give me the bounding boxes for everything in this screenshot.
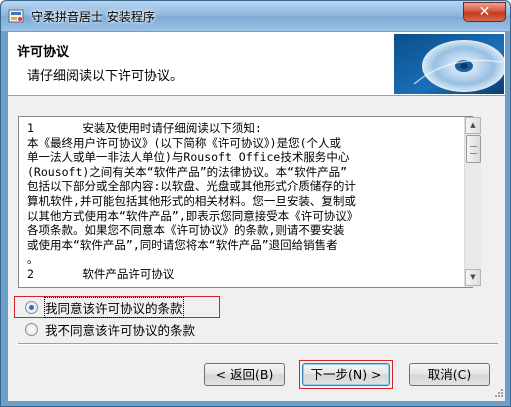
decline-radio-label[interactable]: 我不同意该许可协议的条款 <box>45 320 195 339</box>
scroll-down-arrow-icon[interactable]: ▼ <box>465 269 481 286</box>
decline-radio-circle[interactable] <box>25 322 38 336</box>
button-separator <box>18 343 498 345</box>
page-title: 许可协议 <box>17 45 70 60</box>
decline-radio[interactable]: 我不同意该许可协议的条款 <box>25 320 195 338</box>
license-line: 算机软件,并可能包括其他形式的相关材料。您一旦安装、复制或 <box>27 193 356 208</box>
license-line: (Rousoft)之间有关本“软件产品”的法律协议。本“软件产品” <box>27 164 348 179</box>
close-button[interactable]: ✕ <box>463 2 506 22</box>
license-line: 或使用本“软件产品”,同时请您将本“软件产品”退回给销售者 <box>27 237 338 252</box>
license-line: 包括以下部分或全部内容:以软盘、光盘或其他形式介质储存的计 <box>27 179 356 194</box>
installer-window: 守柔拼音居士 安装程序 ✕ 许可协议 请仔细阅读以下许可协议。 1 安装及使用时… <box>0 0 511 407</box>
license-line: 各项条款。如果您不同意本《许可协议》的条款,则请不要安装 <box>27 223 345 238</box>
accept-radio[interactable]: 我同意该许可协议的条款 <box>25 296 184 318</box>
back-button[interactable]: < 返回(B) <box>204 363 285 386</box>
accept-radio-label[interactable]: 我同意该许可协议的条款 <box>44 296 184 318</box>
window-title: 守柔拼音居士 安装程序 <box>31 10 155 24</box>
license-line: 本《最终用户许可协议》(以下简称《许可协议》)是您(个人或 <box>27 135 342 150</box>
license-line: 单一法人或单一非法人单位)与Rousoft Office技术服务中心 <box>27 150 350 165</box>
license-line: 1 安装及使用时请仔细阅读以下须知: <box>27 121 262 135</box>
installer-app-icon <box>8 9 24 23</box>
cancel-button[interactable]: 取消(C) <box>409 363 490 386</box>
license-line: 以其他方式使用本“软件产品”,即表示您同意接受本《许可协议》 <box>27 208 359 223</box>
close-icon: ✕ <box>478 4 491 20</box>
page-subtitle: 请仔细阅读以下许可协议。 <box>27 69 184 84</box>
next-button[interactable]: 下一步(N) > <box>302 363 390 386</box>
license-text-box[interactable]: 1 安装及使用时请仔细阅读以下须知: 本《最终用户许可协议》(以下简称《许可协议… <box>18 116 481 288</box>
wizard-header: 许可协议 请仔细阅读以下许可协议。 <box>8 32 505 96</box>
scroll-up-arrow-icon[interactable]: ▲ <box>465 117 481 134</box>
resize-grip-icon[interactable] <box>492 388 504 400</box>
license-scrollbar[interactable]: ▲ ▼ <box>464 117 481 287</box>
radio-selected-dot <box>29 304 34 310</box>
license-text: 1 安装及使用时请仔细阅读以下须知: 本《最终用户许可协议》(以下简称《许可协议… <box>27 121 459 285</box>
license-line: 2 软件产品许可协议 <box>27 266 175 281</box>
license-line: 。 <box>27 252 39 267</box>
dialog-client-area: 许可协议 请仔细阅读以下许可协议。 1 安装及使用时请仔细阅读以下须知: 本《最… <box>8 32 505 401</box>
scrollbar-thumb[interactable] <box>466 135 481 163</box>
accept-radio-circle[interactable] <box>25 300 38 314</box>
title-bar[interactable]: 守柔拼音居士 安装程序 ✕ <box>1 1 510 31</box>
cd-disc-icon <box>394 34 504 94</box>
